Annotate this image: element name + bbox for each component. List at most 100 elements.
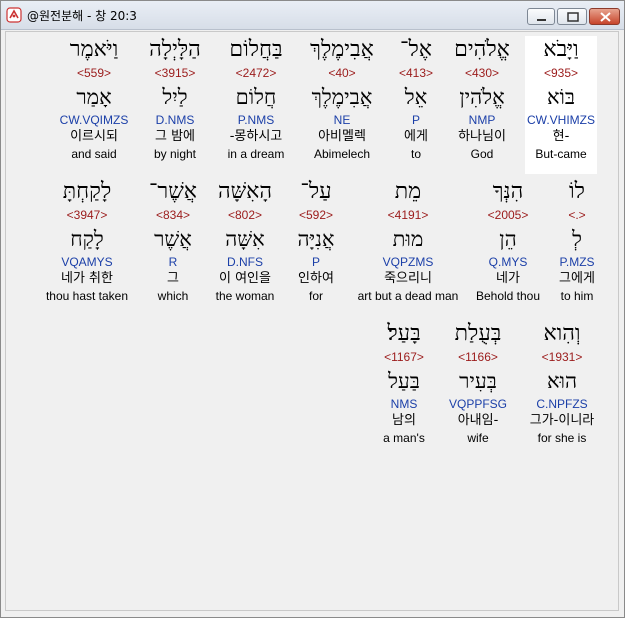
hebrew-word: הִנְּךָ (492, 179, 524, 204)
hebrew-word: לָקַחְתָּ (62, 179, 112, 204)
word-card[interactable]: אֶל־ <413> אֵל P 에게 to (380, 36, 452, 162)
hebrew-word: בָּעַל׃ (387, 321, 421, 346)
korean-gloss: 인하여 (298, 271, 334, 286)
lemma-word: אֲנִיָּה (297, 227, 335, 251)
korean-gloss: 네가 (496, 271, 520, 286)
maximize-button[interactable] (557, 8, 587, 25)
close-icon (600, 12, 611, 22)
strong-number: <1167> (384, 350, 424, 364)
english-gloss: art but a dead man (357, 289, 459, 303)
strong-number: <3915> (154, 66, 196, 80)
morph-code: Q.MYS (488, 255, 528, 269)
morph-code: D.NFS (227, 255, 263, 269)
korean-gloss: 네가 취한 (61, 271, 113, 286)
word-card[interactable]: לוֹ <.> לְ P.MZS 그에게 to him (541, 178, 613, 304)
hebrew-word: בַּחֲלוֹם (229, 37, 283, 62)
lemma-word: הֵן (499, 227, 517, 251)
korean-gloss: 이르시되 (70, 129, 118, 144)
lemma-word: לָקַח (70, 227, 104, 251)
app-window: @원전분해 - 창 20:3 וַיָּבֹא <935> בּוֹא CW.V… (0, 0, 625, 618)
word-card[interactable]: לָקַחְתָּ <3947> לָקַח VQAMYS 네가 취한 thou… (37, 178, 137, 304)
morph-code: P (311, 255, 320, 269)
english-gloss: God (470, 147, 494, 161)
strong-number: <2005> (487, 208, 529, 222)
lemma-word: חֲלוֹם (235, 85, 277, 109)
hebrew-word: אֲבִימֶלֶךְ (310, 37, 374, 62)
minimize-icon (537, 19, 546, 21)
korean-gloss: 현- (552, 129, 570, 144)
interlinear-panel[interactable]: וַיָּבֹא <935> בּוֹא CW.VHIMZS 현- But-ca… (5, 31, 619, 611)
morph-code: CW.VQIMZS (59, 113, 129, 127)
word-card[interactable]: בְּעֻלַת <1166> בְּעִיר VQPPFSG 아내임- wif… (440, 320, 516, 446)
morph-code: NMP (468, 113, 496, 127)
word-card[interactable]: אֱלֹהִים <430> אֱלֹהִין NMP 하나님이 God (446, 36, 518, 162)
strong-number: <430> (464, 66, 500, 80)
english-gloss: for she is (537, 431, 587, 445)
english-gloss: But-came (535, 147, 587, 161)
word-card[interactable]: עַל־ <592> אֲנִיָּה P 인하여 for (280, 178, 352, 304)
hebrew-word: אֱלֹהִים (454, 37, 510, 62)
strong-number: <592> (298, 208, 334, 222)
morph-code: VQAMYS (61, 255, 113, 269)
korean-gloss: 그 밤에 (154, 129, 195, 144)
lemma-word: אִשָּׁה (225, 227, 265, 251)
strong-number: <1166> (458, 350, 498, 364)
strong-number: <413> (398, 66, 434, 80)
app-logo-icon[interactable] (6, 7, 22, 23)
word-card[interactable]: הָאִשָּׁה <802> אִשָּׁה D.NFS 이 여인을 the … (209, 178, 281, 304)
window-title: @원전분해 - 창 20:3 (27, 9, 137, 23)
word-card[interactable]: הִנְּךָ <2005> הֵן Q.MYS 네가 Behold thou (472, 178, 544, 304)
hebrew-word: וְהִוא (543, 321, 581, 346)
morph-code: VQPPFSG (448, 397, 507, 411)
lemma-word: אֲשֶׁר (154, 227, 192, 251)
close-button[interactable] (589, 8, 620, 25)
morph-code: CW.VHIMZS (527, 113, 595, 127)
strong-number: <.> (568, 208, 586, 222)
word-card[interactable]: בָּעַל׃ <1167> בַּעַל NMS 남의 a man's (368, 320, 440, 446)
word-card[interactable]: אֲשֶׁר־ <834> אֲשֶׁר R 그 which (137, 178, 209, 304)
morph-code: C.NPFZS (536, 397, 588, 411)
hebrew-word: וַיָּבֹא (543, 37, 579, 62)
korean-gloss: 에게 (404, 129, 428, 144)
hebrew-word: לוֹ (569, 179, 585, 204)
word-card[interactable]: בַּחֲלוֹם <2472> חֲלוֹם P.NMS -몽하시고 in a… (220, 36, 292, 162)
word-card[interactable]: הַלָּיְלָה <3915> לַיִל D.NMS 그 밤에 by ni… (139, 36, 211, 162)
hebrew-word: הַלָּיְלָה (149, 37, 201, 62)
morph-code: NE (333, 113, 351, 127)
korean-gloss: 그 (167, 271, 179, 286)
strong-number: <2472> (235, 66, 277, 80)
morph-code: D.NMS (155, 113, 195, 127)
maximize-icon (567, 12, 579, 22)
strong-number: <559> (76, 66, 112, 80)
korean-gloss: 아내임- (457, 413, 499, 428)
morph-code: R (168, 255, 178, 269)
word-card[interactable]: וַיָּבֹא <935> בּוֹא CW.VHIMZS 현- But-ca… (525, 36, 597, 174)
strong-number: <802> (227, 208, 263, 222)
english-gloss: by night (153, 147, 197, 161)
korean-gloss: 아비멜렉 (318, 129, 366, 144)
strong-number: <935> (543, 66, 579, 80)
word-card[interactable]: וְהִוא <1931> הוּא C.NPFZS 그가-이니라 for sh… (522, 320, 602, 446)
english-gloss: and said (71, 147, 117, 161)
lemma-word: בּוֹא (546, 85, 576, 109)
lemma-word: אֱלֹהִין (459, 85, 505, 109)
hebrew-word: בְּעֻלַת (454, 321, 502, 346)
english-gloss: Behold thou (475, 289, 541, 303)
word-card[interactable]: וַיֹּאמֶר <559> אָמַר CW.VQIMZS 이르시되 and… (58, 36, 130, 162)
hebrew-word: עַל־ (300, 179, 332, 204)
lemma-word: הוּא (546, 369, 578, 393)
word-card[interactable]: מֵת <4191> מוּת VQPZMS 죽으리니 art but a de… (353, 178, 463, 304)
english-gloss: wife (467, 431, 489, 445)
minimize-button[interactable] (527, 8, 555, 25)
korean-gloss: -몽하시고 (229, 129, 283, 144)
morph-code: NMS (390, 397, 418, 411)
lemma-word: בְּעִיר (459, 369, 497, 393)
strong-number: <4191> (387, 208, 429, 222)
english-gloss: for (308, 289, 323, 303)
english-gloss: in a dream (227, 147, 285, 161)
title-bar[interactable]: @원전분해 - 창 20:3 (1, 1, 624, 30)
word-card[interactable]: אֲבִימֶלֶךְ <40> אֲבִימֶלֶךְ NE 아비멜렉 Abi… (306, 36, 378, 162)
english-gloss: the woman (215, 289, 275, 303)
korean-gloss: 하나님이 (458, 129, 506, 144)
english-gloss: to (410, 147, 421, 161)
